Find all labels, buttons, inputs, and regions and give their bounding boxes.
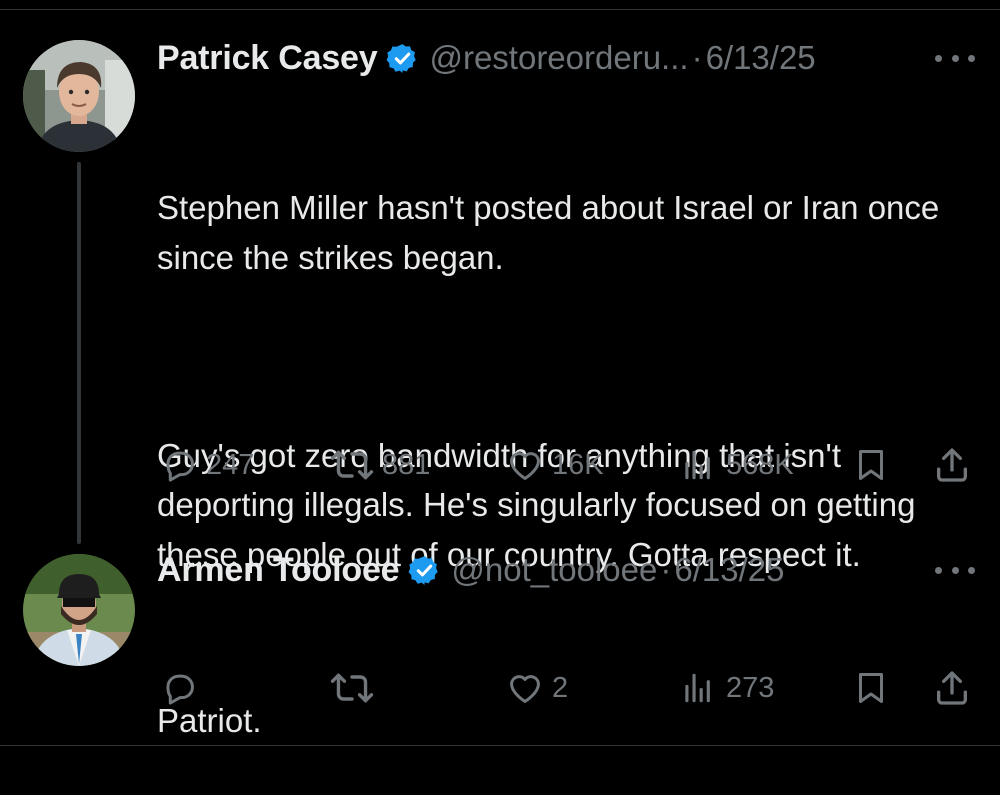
more-icon[interactable] bbox=[935, 48, 975, 68]
share-button[interactable] bbox=[932, 443, 972, 487]
repost-icon bbox=[330, 673, 374, 703]
separator-dot: · bbox=[660, 551, 672, 588]
avatar-patrick-casey[interactable] bbox=[23, 40, 135, 152]
bookmark-button[interactable] bbox=[853, 666, 889, 710]
repost-icon bbox=[330, 450, 374, 480]
tweet-date[interactable]: 6/13/25 bbox=[706, 39, 816, 77]
like-count: 2 bbox=[552, 671, 569, 704]
more-icon[interactable] bbox=[935, 560, 975, 580]
like-count: 16K bbox=[552, 448, 604, 481]
author-name[interactable]: Armen Tooloee bbox=[157, 551, 400, 590]
tweet-header: Armen Tooloee @not_tooloee · 6/13/25 bbox=[157, 548, 784, 592]
like-icon bbox=[510, 675, 540, 703]
bookmark-icon bbox=[859, 450, 883, 480]
avatar-armen-tooloee[interactable] bbox=[23, 554, 135, 666]
separator-dot: · bbox=[691, 39, 703, 76]
author-handle[interactable]: @restoreorderu... bbox=[429, 39, 688, 77]
bottom-divider bbox=[0, 745, 1000, 746]
author-handle[interactable]: @not_tooloee bbox=[451, 551, 657, 589]
top-divider bbox=[0, 0, 1000, 10]
tweet-paragraph: Stephen Miller hasn't posted about Israe… bbox=[157, 189, 949, 276]
like-button[interactable]: 16K bbox=[506, 443, 604, 487]
reply-icon bbox=[166, 674, 194, 705]
bookmark-icon bbox=[859, 673, 883, 703]
repost-button[interactable]: 881 bbox=[330, 443, 430, 487]
views-button[interactable]: 273 bbox=[678, 666, 774, 710]
views-button[interactable]: 568K bbox=[678, 443, 794, 487]
share-button[interactable] bbox=[932, 666, 972, 710]
reply-count: 247 bbox=[206, 448, 255, 481]
views-count: 568K bbox=[726, 448, 794, 481]
tweet-text: Stephen Miller hasn't posted about Israe… bbox=[157, 84, 987, 629]
like-icon bbox=[510, 452, 540, 480]
share-icon bbox=[937, 671, 967, 705]
reply-button[interactable] bbox=[160, 666, 206, 710]
views-icon bbox=[685, 450, 710, 480]
views-count: 273 bbox=[726, 671, 775, 704]
thread-connector-line bbox=[77, 162, 81, 544]
bookmark-button[interactable] bbox=[853, 443, 889, 487]
tweet-header: Patrick Casey @restoreorderu... · 6/13/2… bbox=[157, 36, 816, 80]
like-button[interactable]: 2 bbox=[506, 666, 568, 710]
views-icon bbox=[685, 673, 710, 703]
tweet-date[interactable]: 6/13/25 bbox=[674, 551, 784, 589]
reply-icon bbox=[166, 451, 194, 482]
author-name[interactable]: Patrick Casey bbox=[157, 39, 378, 78]
repost-count: 881 bbox=[382, 448, 431, 481]
repost-button[interactable] bbox=[330, 666, 382, 710]
verified-badge-icon[interactable] bbox=[386, 42, 419, 75]
reply-button[interactable]: 247 bbox=[160, 443, 254, 487]
verified-badge-icon[interactable] bbox=[408, 554, 441, 587]
share-icon bbox=[937, 448, 967, 482]
